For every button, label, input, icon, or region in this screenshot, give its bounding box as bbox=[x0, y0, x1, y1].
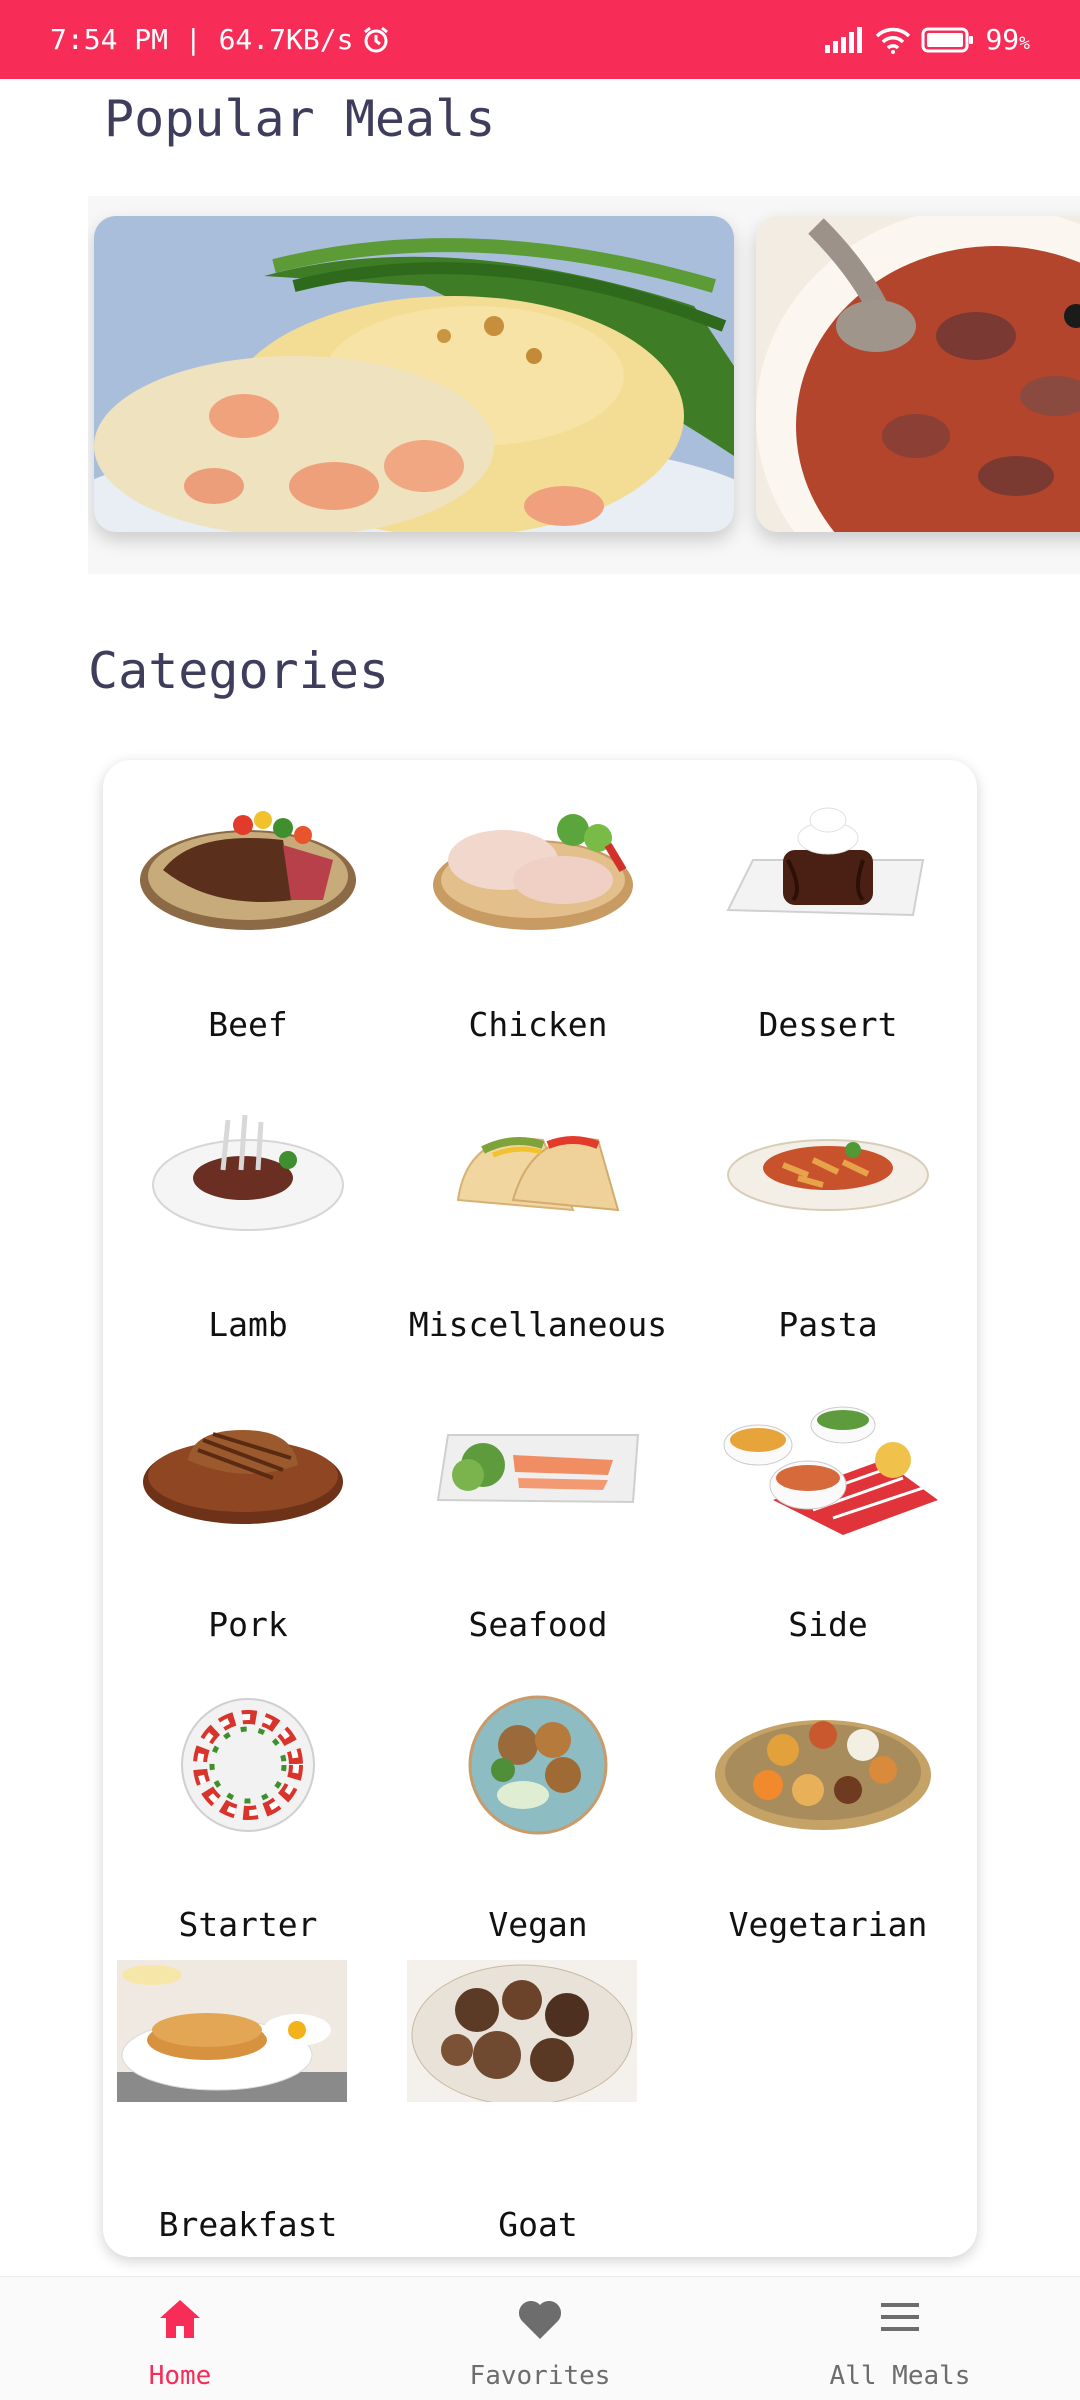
category-label: Vegan bbox=[488, 1905, 588, 1944]
popular-meal-card[interactable] bbox=[94, 216, 734, 532]
category-chicken[interactable]: Chicken bbox=[393, 760, 683, 1044]
category-label: Chicken bbox=[468, 1005, 608, 1044]
category-label: Miscellaneous bbox=[408, 1305, 668, 1344]
category-vegan[interactable]: Vegan bbox=[393, 1660, 683, 1944]
category-dessert[interactable]: Dessert bbox=[683, 760, 973, 1044]
nav-label: Home bbox=[148, 2361, 212, 2391]
side-image bbox=[723, 1406, 938, 1535]
category-label: Pasta bbox=[778, 1305, 878, 1344]
category-miscellaneous[interactable]: Miscellaneous bbox=[393, 1060, 683, 1344]
category-lamb[interactable]: Lamb bbox=[103, 1060, 393, 1344]
heart-icon bbox=[518, 2300, 562, 2339]
category-vegetarian[interactable]: Vegetarian bbox=[683, 1660, 973, 1944]
bottom-navigation: Home Favorites All Meals bbox=[0, 2276, 1080, 2400]
seafood-stew-image bbox=[756, 216, 1080, 532]
signal-icon bbox=[825, 26, 865, 53]
category-starter[interactable]: Starter bbox=[103, 1660, 393, 1944]
category-pasta[interactable]: Pasta bbox=[683, 1060, 973, 1344]
wifi-icon bbox=[875, 26, 911, 54]
fish-pie-image bbox=[94, 216, 734, 532]
nav-favorites[interactable]: Favorites bbox=[360, 2277, 720, 2400]
popular-meals-title: Popular Meals bbox=[104, 90, 496, 148]
popular-meal-card[interactable] bbox=[756, 216, 1080, 532]
chicken-image bbox=[433, 814, 633, 930]
category-seafood[interactable]: Seafood bbox=[393, 1360, 683, 1644]
starter-image bbox=[181, 1698, 315, 1832]
lamb-image bbox=[152, 1114, 344, 1231]
category-label: Vegetarian bbox=[728, 1905, 928, 1944]
category-label: Starter bbox=[178, 1905, 318, 1944]
vegan-image bbox=[468, 1695, 608, 1835]
category-label: Side bbox=[788, 1605, 868, 1644]
category-label: Beef bbox=[208, 1005, 288, 1044]
menu-icon bbox=[881, 2303, 919, 2331]
status-time: 7:54 PM | 64.7KB/s bbox=[50, 23, 354, 56]
pasta-image bbox=[727, 1139, 929, 1211]
category-label: Goat bbox=[498, 2205, 578, 2244]
categories-title: Categories bbox=[88, 642, 390, 700]
breakfast-image bbox=[117, 1960, 347, 2102]
seafood-image bbox=[436, 1434, 640, 1504]
category-beef[interactable]: Beef bbox=[103, 760, 393, 1044]
battery-icon bbox=[921, 26, 975, 54]
battery-level: 99% bbox=[985, 23, 1030, 56]
category-breakfast[interactable]: Breakfast bbox=[103, 1960, 393, 2244]
home-icon bbox=[160, 2300, 200, 2338]
status-bar: 7:54 PM | 64.7KB/s 99% bbox=[0, 0, 1080, 79]
category-label: Lamb bbox=[208, 1305, 288, 1344]
category-label: Seafood bbox=[468, 1605, 608, 1644]
categories-grid: Beef Chicken Dessert Lamb Miscellaneous … bbox=[103, 760, 977, 2257]
category-pork[interactable]: Pork bbox=[103, 1360, 393, 1644]
category-label: Breakfast bbox=[158, 2205, 338, 2244]
category-side[interactable]: Side bbox=[683, 1360, 973, 1644]
nav-home[interactable]: Home bbox=[0, 2277, 360, 2400]
nav-all-meals[interactable]: All Meals bbox=[720, 2277, 1080, 2400]
alarm-icon bbox=[361, 25, 391, 55]
category-label: Dessert bbox=[758, 1005, 898, 1044]
vegetarian-image bbox=[715, 1720, 931, 1830]
pork-image bbox=[143, 1430, 343, 1524]
dessert-image bbox=[726, 807, 925, 917]
category-goat[interactable]: Goat bbox=[393, 1960, 683, 2244]
tacos-image bbox=[456, 1136, 620, 1212]
beef-image bbox=[140, 811, 356, 930]
nav-label: All Meals bbox=[829, 2361, 971, 2391]
popular-meals-carousel[interactable] bbox=[88, 196, 1080, 574]
goat-image bbox=[407, 1960, 637, 2102]
nav-label: Favorites bbox=[469, 2361, 611, 2391]
category-label: Pork bbox=[208, 1605, 288, 1644]
